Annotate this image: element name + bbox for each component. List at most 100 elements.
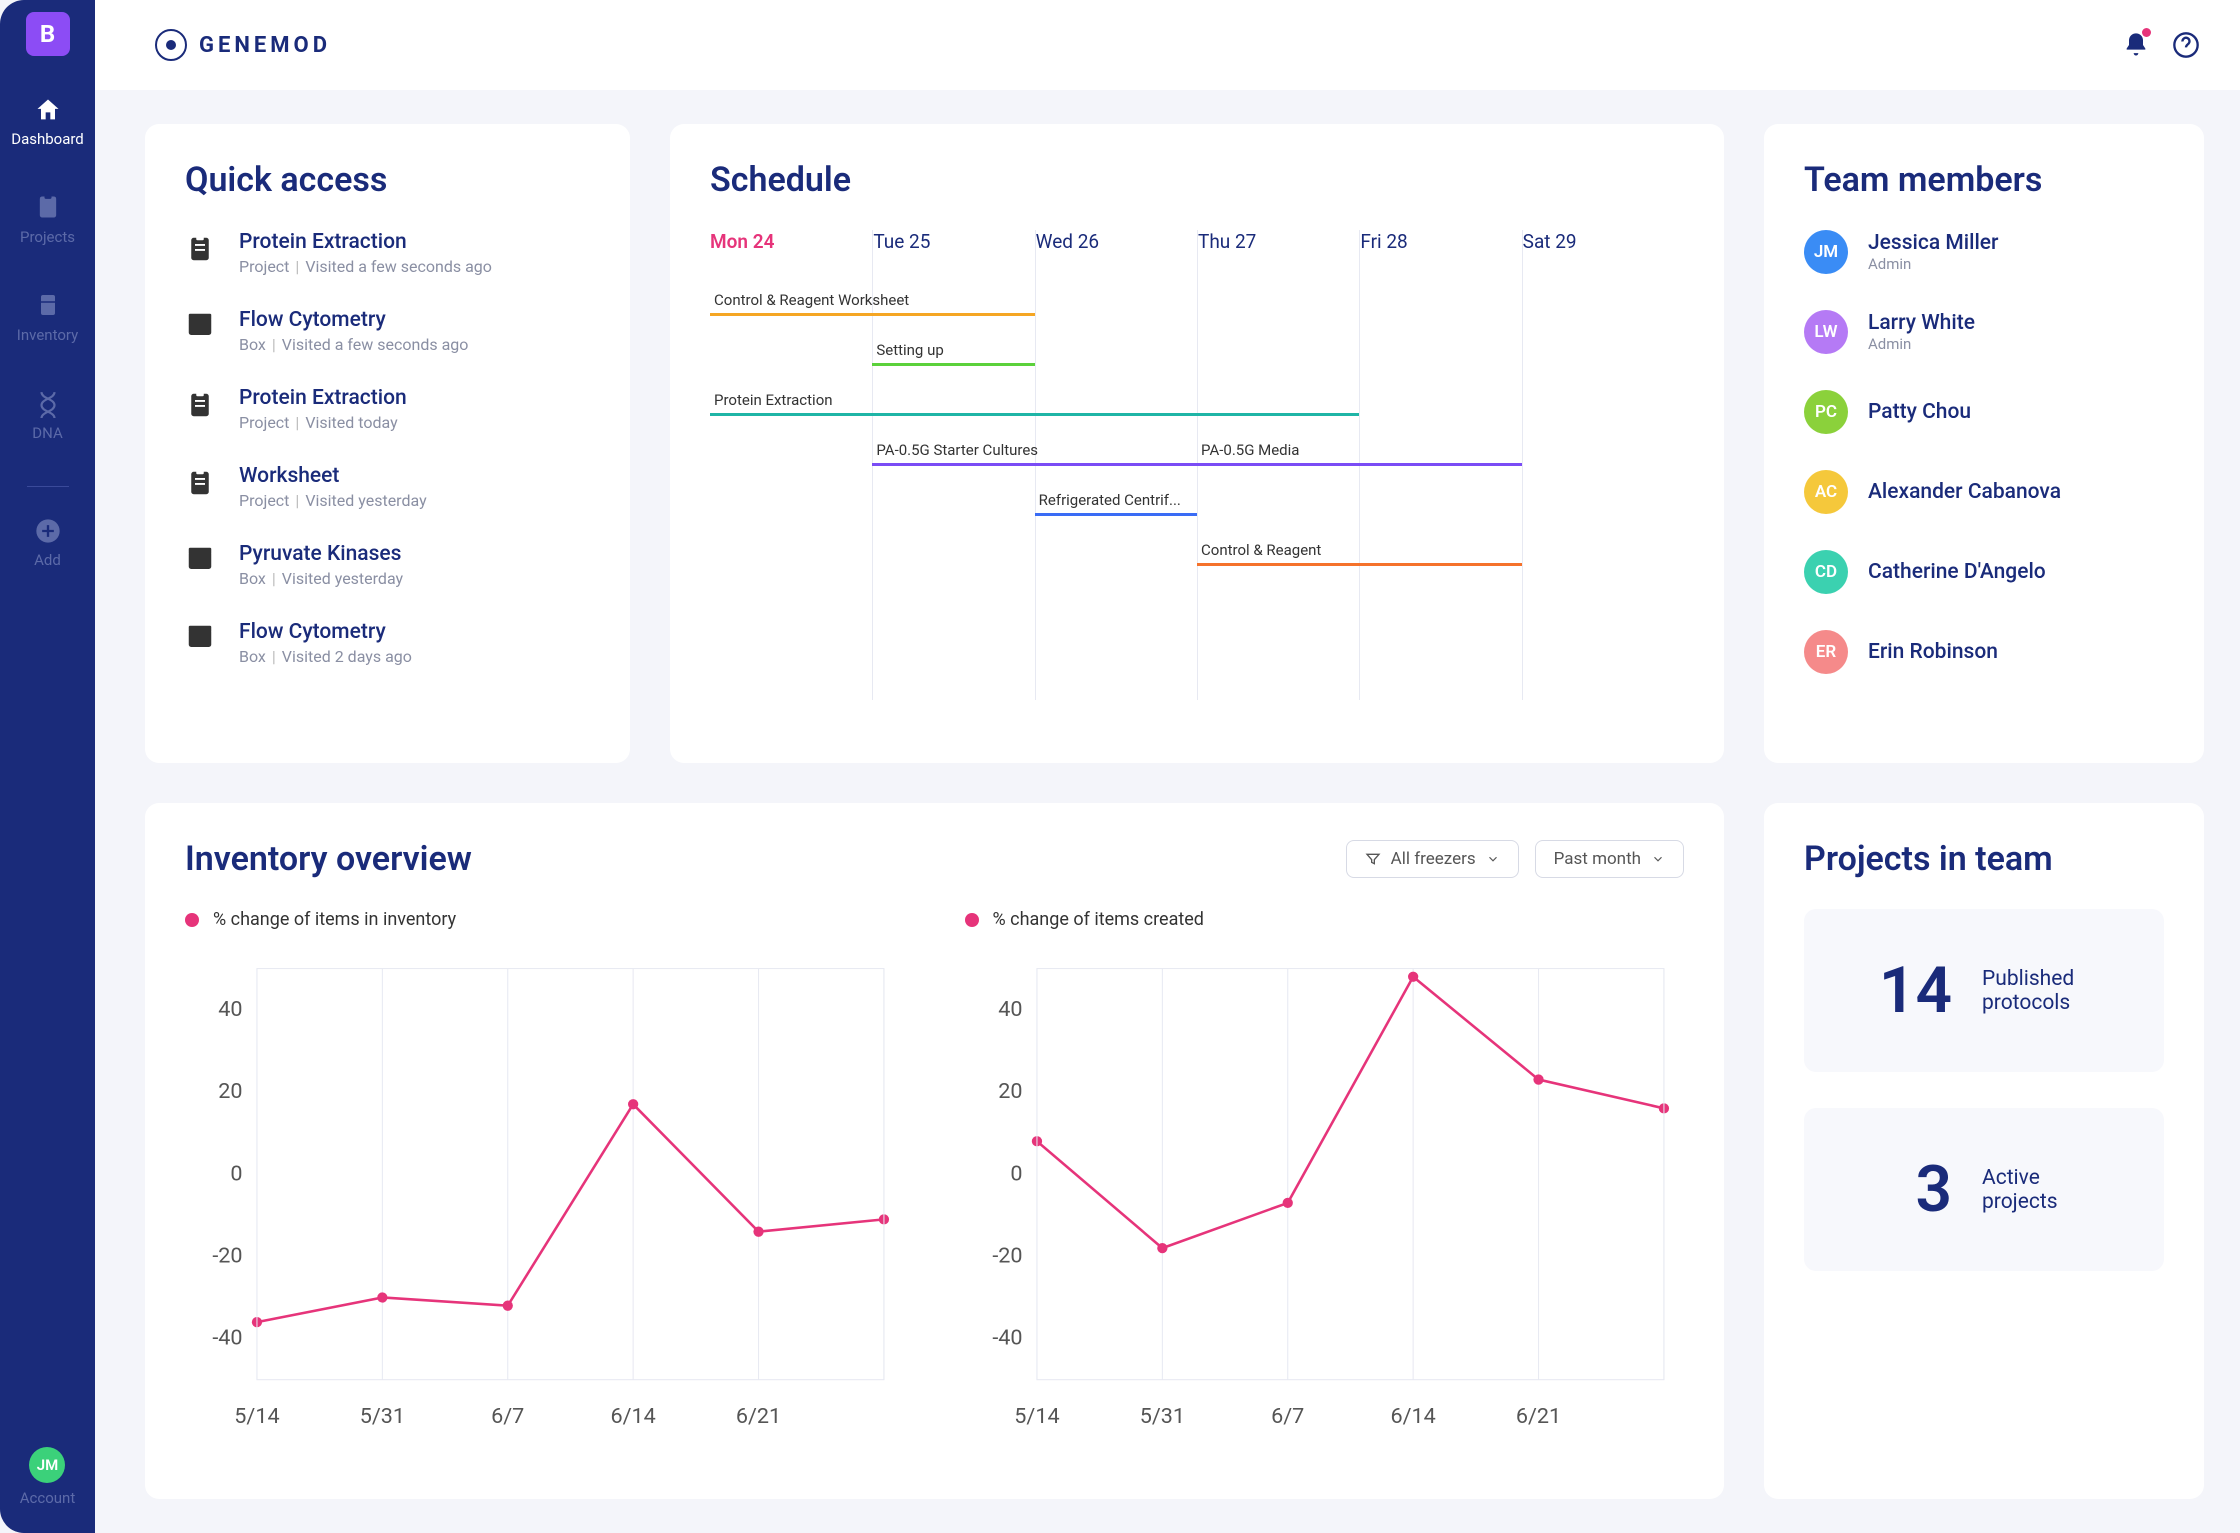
nav-label: Account (20, 1489, 76, 1507)
member-name: Catherine D'Angelo (1868, 560, 2046, 584)
schedule-event[interactable]: Protein Extraction (710, 386, 1359, 416)
help-icon (2172, 31, 2200, 59)
quick-access-item[interactable]: Pyruvate Kinases Box|Visited yesterday (185, 542, 590, 588)
schedule-day-header[interactable]: Mon 24 (710, 230, 872, 281)
chevron-down-icon (1651, 852, 1665, 866)
team-member[interactable]: CD Catherine D'Angelo (1804, 550, 2164, 594)
chevron-down-icon (1486, 852, 1500, 866)
schedule-event[interactable]: Refrigerated Centrif... (1035, 486, 1197, 516)
schedule-event[interactable]: Control & Reagent Worksheet (710, 286, 1035, 316)
legend-label: % change of items created (993, 909, 1204, 930)
nav-dashboard[interactable]: Dashboard (0, 96, 95, 148)
clipboard-icon (185, 388, 219, 426)
clipboard-icon (185, 232, 219, 270)
qa-title: Protein Extraction (239, 230, 492, 254)
qa-title: Worksheet (239, 464, 427, 488)
schedule-event[interactable]: PA-0.5G Media (1197, 436, 1522, 466)
team-member[interactable]: PC Patty Chou (1804, 390, 2164, 434)
help-button[interactable] (2172, 31, 2200, 59)
notifications-button[interactable] (2122, 31, 2150, 59)
stat-label: projects (1982, 1190, 2058, 1214)
brand-text: GENEMOD (199, 33, 331, 58)
schedule-day-header[interactable]: Thu 27 (1198, 230, 1359, 281)
clipboard-icon (34, 192, 62, 222)
avatar: PC (1804, 390, 1848, 434)
svg-text:-20: -20 (212, 1244, 242, 1269)
schedule-card: Schedule Mon 24Tue 25Wed 26Thu 27Fri 28S… (670, 124, 1724, 763)
schedule-event[interactable]: PA-0.5G Starter Cultures (872, 436, 1197, 466)
legend-dot (965, 913, 979, 927)
schedule-day-header[interactable]: Sat 29 (1523, 230, 1684, 281)
card-title: Inventory overview (185, 839, 472, 879)
quick-access-item[interactable]: Flow Cytometry Box|Visited 2 days ago (185, 620, 590, 666)
box-icon (185, 310, 219, 348)
workspace-logo[interactable]: B (26, 12, 70, 56)
stat-label: Active (1982, 1166, 2058, 1190)
line-chart: -40-20020405/145/316/76/146/21 (965, 948, 1685, 1441)
quick-access-item[interactable]: Worksheet Project|Visited yesterday (185, 464, 590, 510)
card-title: Projects in team (1804, 839, 2164, 879)
nav-account[interactable]: JM Account (20, 1447, 76, 1507)
schedule-day-header[interactable]: Fri 28 (1360, 230, 1521, 281)
member-role: Admin (1868, 255, 1998, 273)
nav-separator (27, 486, 69, 487)
team-member[interactable]: JM Jessica Miller Admin (1804, 230, 2164, 274)
filter-icon (1365, 851, 1381, 867)
projects-card: Projects in team 14 Published protocols … (1764, 803, 2204, 1499)
svg-text:0: 0 (230, 1162, 242, 1187)
schedule-event[interactable]: Setting up (872, 336, 1034, 366)
svg-text:40: 40 (218, 997, 242, 1022)
card-title: Team members (1804, 160, 2164, 200)
qa-meta: Box|Visited a few seconds ago (239, 335, 468, 354)
fridge-icon (36, 290, 60, 320)
freezer-filter[interactable]: All freezers (1346, 840, 1519, 878)
topbar: GENEMOD (95, 0, 2240, 90)
avatar: AC (1804, 470, 1848, 514)
schedule-day-header[interactable]: Wed 26 (1036, 230, 1197, 281)
stat-label: protocols (1982, 991, 2074, 1015)
qa-meta: Box|Visited yesterday (239, 569, 403, 588)
svg-text:6/7: 6/7 (491, 1404, 524, 1429)
quick-access-item[interactable]: Protein Extraction Project|Visited today (185, 386, 590, 432)
svg-text:-40: -40 (992, 1326, 1022, 1351)
nav-inventory[interactable]: Inventory (0, 290, 95, 344)
svg-text:6/21: 6/21 (736, 1404, 781, 1429)
schedule-day-header[interactable]: Tue 25 (873, 230, 1034, 281)
stat-box[interactable]: 14 Published protocols (1804, 909, 2164, 1072)
team-member[interactable]: AC Alexander Cabanova (1804, 470, 2164, 514)
svg-text:6/21: 6/21 (1515, 1404, 1560, 1429)
team-members-card: Team members JM Jessica Miller Admin LW … (1764, 124, 2204, 763)
chart-items-created: % change of items created -40-20020405/1… (965, 909, 1685, 1445)
card-title: Schedule (710, 160, 1684, 200)
member-name: Erin Robinson (1868, 640, 1998, 664)
range-filter[interactable]: Past month (1535, 840, 1684, 878)
clipboard-icon (185, 466, 219, 504)
qa-meta: Project|Visited a few seconds ago (239, 257, 492, 276)
chart-inventory-change: % change of items in inventory -40-20020… (185, 909, 905, 1445)
team-member[interactable]: LW Larry White Admin (1804, 310, 2164, 354)
svg-text:40: 40 (998, 997, 1022, 1022)
avatar: JM (29, 1447, 65, 1483)
quick-access-item[interactable]: Protein Extraction Project|Visited a few… (185, 230, 590, 276)
schedule-event[interactable]: Control & Reagent (1197, 536, 1522, 566)
nav-dna[interactable]: DNA (0, 388, 95, 442)
card-title: Quick access (185, 160, 590, 200)
stat-box[interactable]: 3 Active projects (1804, 1108, 2164, 1271)
team-member[interactable]: ER Erin Robinson (1804, 630, 2164, 674)
svg-text:5/31: 5/31 (360, 1404, 405, 1429)
quick-access-item[interactable]: Flow Cytometry Box|Visited a few seconds… (185, 308, 590, 354)
sidebar: B Dashboard Projects Inventory DNA Add J… (0, 0, 95, 1533)
nav-projects[interactable]: Projects (0, 192, 95, 246)
quick-access-card: Quick access Protein Extraction Project|… (145, 124, 630, 763)
svg-text:-40: -40 (212, 1326, 242, 1351)
brand[interactable]: GENEMOD (155, 29, 331, 61)
nav-add[interactable]: Add (0, 517, 95, 569)
qa-title: Flow Cytometry (239, 308, 468, 332)
nav-label: Projects (20, 228, 75, 246)
member-name: Patty Chou (1868, 400, 1971, 424)
schedule-grid: Mon 24Tue 25Wed 26Thu 27Fri 28Sat 29 Cont… (710, 230, 1684, 700)
qa-meta: Project|Visited today (239, 413, 407, 432)
svg-text:6/7: 6/7 (1271, 1404, 1304, 1429)
nav-label: DNA (32, 424, 62, 442)
box-icon (185, 622, 219, 660)
